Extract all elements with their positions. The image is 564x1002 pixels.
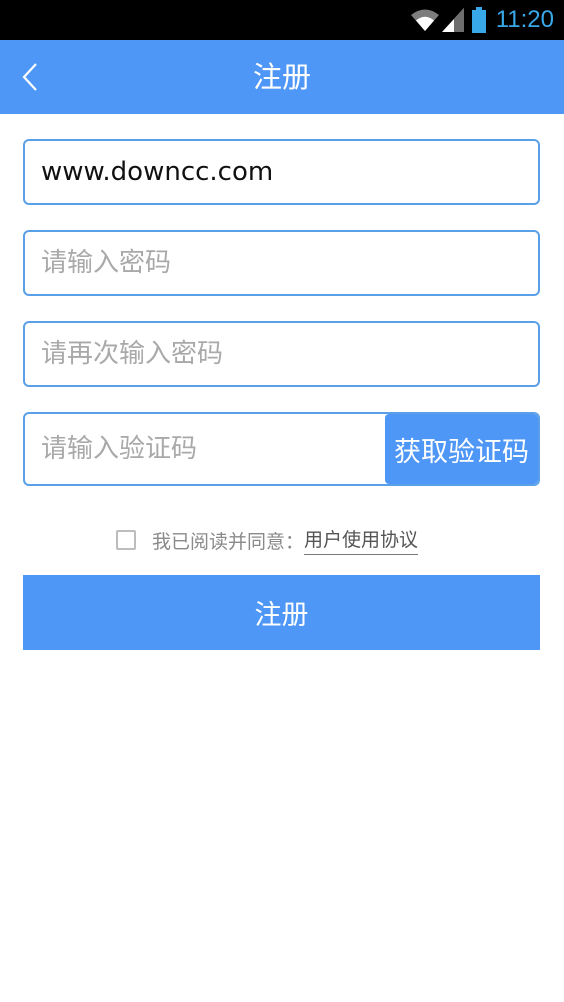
password-input[interactable] [25,232,538,294]
register-button[interactable]: 注册 [23,575,540,650]
agreement-checkbox[interactable] [116,530,136,550]
agreement-row: 我已阅读并同意： 用户使用协议 [116,525,419,555]
agreement-link[interactable]: 用户使用协议 [304,525,419,555]
chevron-left-icon [21,62,39,92]
battery-icon [471,7,486,33]
username-input[interactable] [25,141,538,203]
status-icons: 11:20 [410,0,554,40]
verification-code-field-container: 获取验证码 [23,412,540,486]
get-code-button[interactable]: 获取验证码 [385,414,538,484]
back-button[interactable] [0,40,60,114]
app-bar: 注册 [0,40,564,114]
wifi-icon [410,8,440,32]
confirm-password-input[interactable] [25,323,538,385]
signal-icon [441,8,464,32]
verification-code-input[interactable] [25,414,385,484]
username-field-container [23,139,540,205]
page-title: 注册 [252,60,311,94]
confirm-password-field-container [23,321,540,387]
status-time: 11:20 [495,6,554,33]
status-bar: 11:20 [0,0,564,40]
password-field-container [23,230,540,296]
agreement-text: 我已阅读并同意： [152,530,305,553]
